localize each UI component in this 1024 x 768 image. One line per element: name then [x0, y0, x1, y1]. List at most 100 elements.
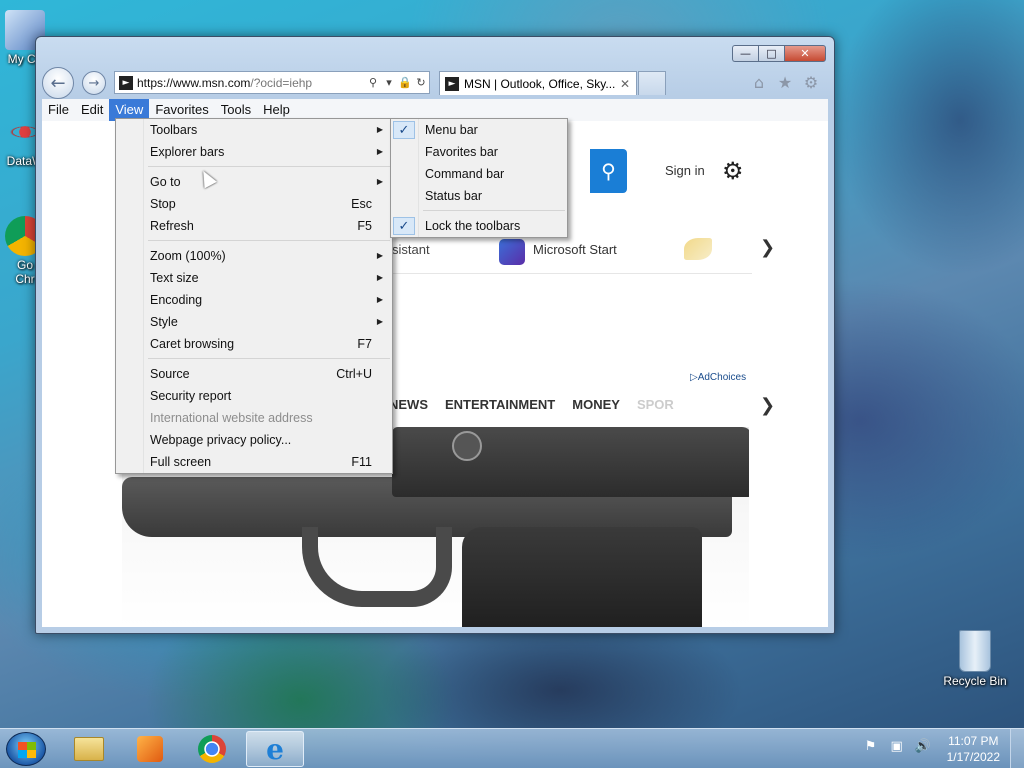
menu-item-command-bar[interactable]: Command bar [391, 163, 567, 185]
pistol-grip [462, 527, 702, 627]
forward-button[interactable]: → [82, 71, 106, 95]
taskbar: e ⚑ ▣ 🔊 11:07 PM 1/17/2022 [0, 728, 1024, 768]
web-search-button[interactable]: ⚲ [590, 149, 627, 193]
star-icon[interactable]: ★ [776, 73, 794, 92]
menu-item-shortcut: F11 [351, 455, 372, 469]
system-tray: ⚑ ▣ 🔊 11:07 PM 1/17/2022 [861, 729, 1024, 768]
adchoices-link[interactable]: ▷AdChoices [690, 372, 746, 383]
menu-item-zoom-100[interactable]: Zoom (100%) ▶ [116, 245, 392, 267]
category-sports[interactable]: SPOR [637, 397, 674, 412]
category-entertainment[interactable]: ENTERTAINMENT [445, 397, 555, 412]
show-desktop-button[interactable] [1010, 729, 1024, 768]
submenu-arrow-icon: ▶ [376, 147, 383, 156]
taskbar-chrome[interactable] [183, 731, 241, 767]
lock-icon[interactable]: 🔒 [397, 76, 413, 89]
chevron-right-icon[interactable]: ❯ [760, 395, 775, 416]
search-icon[interactable]: ⚲ [365, 76, 381, 89]
windows-logo-lower [18, 750, 36, 758]
category-money[interactable]: MONEY [572, 397, 620, 412]
microsoft-start-icon [499, 239, 525, 265]
refresh-icon[interactable]: ↻ [413, 76, 429, 89]
menu-item-encoding[interactable]: Encoding ▶ [116, 289, 392, 311]
address-bar[interactable]: ► https://www.msn.com/?ocid=iehp ⚲ ▾ 🔒 ↻ [114, 71, 430, 94]
menu-item-toolbars[interactable]: Toolbars ▶ [116, 119, 392, 141]
url-host: https://www.msn.com [137, 75, 251, 90]
clock[interactable]: 11:07 PM 1/17/2022 [939, 733, 1010, 765]
menu-separator [116, 237, 392, 245]
taskbar-explorer[interactable] [60, 731, 118, 767]
submenu-arrow-icon: ▶ [376, 251, 383, 260]
menu-item-webpage-privacy-policy[interactable]: Webpage privacy policy... [116, 429, 392, 451]
menu-item-refresh[interactable]: Refresh F5 [116, 215, 392, 237]
menu-item-explorer-bars[interactable]: Explorer bars ▶ [116, 141, 392, 163]
menu-item-text-size[interactable]: Text size ▶ [116, 267, 392, 289]
clock-time: 11:07 PM [948, 734, 999, 748]
chevron-right-icon[interactable]: ❯ [760, 237, 775, 258]
close-button[interactable]: ✕ [784, 45, 826, 62]
assistant-link[interactable]: sistant [392, 242, 430, 257]
address-url[interactable]: https://www.msn.com/?ocid=iehp [137, 76, 365, 90]
menu-item-label: Style [150, 315, 178, 329]
category-news[interactable]: NEWS [389, 397, 428, 412]
back-button[interactable]: ← [42, 67, 74, 99]
menu-file[interactable]: File [42, 99, 75, 121]
start-button[interactable] [6, 732, 46, 766]
menu-item-label: Menu bar [425, 123, 478, 137]
submenu-arrow-icon: ▶ [376, 317, 383, 326]
desktop-icon-recycle-bin[interactable]: Recycle Bin [940, 630, 1010, 688]
menu-item-label: Favorites bar [425, 145, 498, 159]
menu-item-label: Source [150, 367, 190, 381]
menu-item-label: Encoding [150, 293, 203, 307]
url-path: /?ocid=iehp [250, 75, 313, 90]
settings-gear-icon[interactable]: ⚙ [722, 157, 744, 185]
menu-item-favorites-bar[interactable]: Favorites bar [391, 141, 567, 163]
menu-item-shortcut: Esc [351, 197, 372, 211]
close-tab-icon[interactable]: ✕ [620, 77, 636, 91]
menu-item-lock-the-toolbars[interactable]: ✓ Lock the toolbars [391, 215, 567, 237]
menu-item-style[interactable]: Style ▶ [116, 311, 392, 333]
menu-item-menu-bar[interactable]: ✓ Menu bar [391, 119, 567, 141]
volume-icon[interactable]: 🔊 [913, 739, 933, 759]
submenu-arrow-icon: ▶ [376, 273, 383, 282]
tab-msn[interactable]: ► MSN | Outlook, Office, Sky... ✕ [439, 71, 637, 95]
menu-item-full-screen[interactable]: Full screen F11 [116, 451, 392, 473]
sign-in-link[interactable]: Sign in [665, 163, 705, 178]
menu-item-shortcut: Ctrl+U [336, 367, 372, 381]
internet-explorer-icon: e [266, 732, 284, 766]
menu-item-label: Security report [150, 389, 232, 403]
menu-item-security-report[interactable]: Security report [116, 385, 392, 407]
menu-edit[interactable]: Edit [75, 99, 109, 121]
menu-item-label: Status bar [425, 189, 482, 203]
minimize-button[interactable]: — [732, 45, 758, 62]
gear-icon[interactable]: ⚙ [802, 73, 820, 92]
submenu-arrow-icon: ▶ [376, 295, 383, 304]
navigation-row: ← → ► https://www.msn.com/?ocid=iehp ⚲ ▾… [42, 67, 828, 99]
taskbar-internet-explorer[interactable]: e [246, 731, 304, 767]
toolbars-submenu: ✓ Menu bar Favorites bar Command bar Status … [390, 118, 568, 238]
menu-item-label: Explorer bars [150, 145, 225, 159]
pistol-slide [392, 427, 749, 497]
menu-item-stop[interactable]: Stop Esc [116, 193, 392, 215]
desktop-icon-label: Recycle Bin [943, 674, 1007, 688]
menu-item-go-to[interactable]: Go to ▶ [116, 171, 392, 193]
network-icon[interactable]: ▣ [887, 739, 907, 759]
folder-icon [74, 737, 104, 761]
menu-separator [116, 355, 392, 363]
menu-item-label: Lock the toolbars [425, 219, 521, 233]
menu-separator [391, 207, 567, 215]
menu-item-label: Zoom (100%) [150, 249, 226, 263]
menu-item-source[interactable]: Source Ctrl+U [116, 363, 392, 385]
new-tab-button[interactable] [638, 71, 666, 95]
microsoft-start-link[interactable]: Microsoft Start [533, 242, 617, 257]
msn-favicon: ► [119, 75, 133, 90]
taskbar-media-player[interactable] [121, 731, 179, 767]
maximize-button[interactable]: □ [758, 45, 784, 62]
action-center-icon[interactable]: ⚑ [861, 739, 881, 759]
brand-seal-icon [452, 431, 482, 461]
menu-item-label: International website address [150, 411, 313, 425]
menu-item-status-bar[interactable]: Status bar [391, 185, 567, 207]
home-icon[interactable]: ⌂ [750, 73, 768, 92]
menu-item-caret-browsing[interactable]: Caret browsing F7 [116, 333, 392, 355]
dropdown-icon[interactable]: ▾ [381, 76, 397, 89]
leaf-icon[interactable] [684, 238, 712, 260]
